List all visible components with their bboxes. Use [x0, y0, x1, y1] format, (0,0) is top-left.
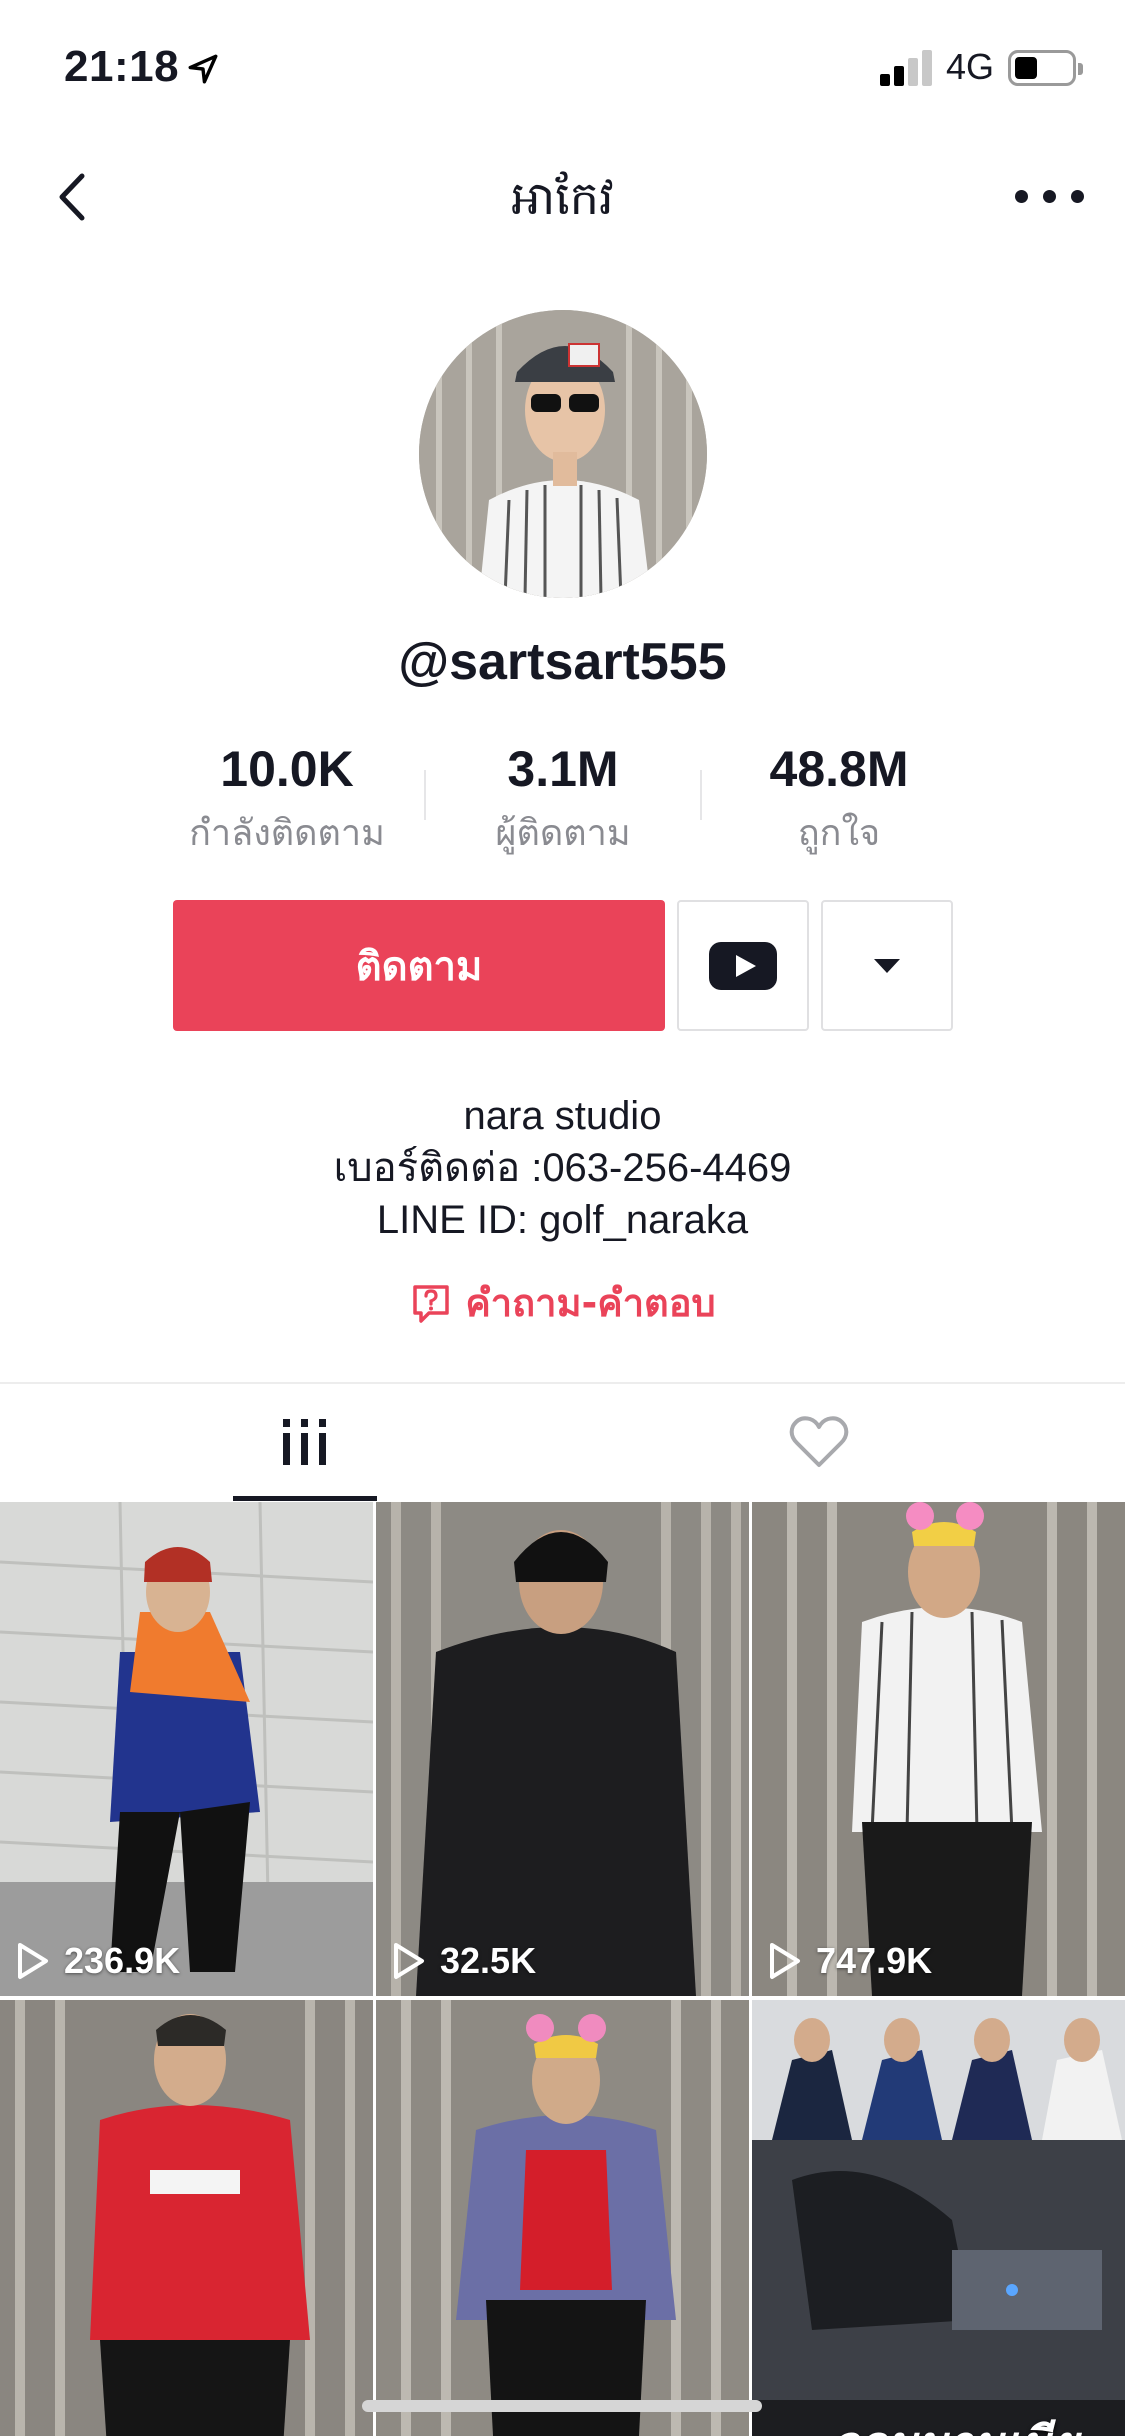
stat-divider	[700, 770, 702, 820]
video-thumbnail[interactable]: 747.9K	[752, 1502, 1125, 1996]
status-time: 21:18	[64, 42, 180, 91]
video-thumbnail[interactable]	[0, 2000, 373, 2436]
view-count-text: 32.5K	[440, 1940, 537, 1981]
stat-label: ผู้ติดตาม	[495, 813, 631, 854]
status-bar: 21:18 4G	[0, 0, 1125, 135]
stat-label: ถูกใจ	[797, 813, 881, 854]
view-count: 32.5K	[392, 1940, 536, 1982]
youtube-icon	[709, 941, 777, 990]
view-count: 236.9K	[16, 1940, 180, 1982]
stat-value: 10.0K	[220, 741, 354, 797]
videos-grid-icon	[283, 1419, 326, 1465]
heart-icon	[789, 1416, 849, 1467]
nav-bar: អាកែវ	[0, 140, 1125, 260]
more-options-button[interactable]	[1015, 180, 1085, 210]
tab-videos[interactable]	[24, 1384, 586, 1500]
youtube-button[interactable]	[677, 900, 809, 1031]
video-caption: จอมมานเนีย	[832, 2407, 1079, 2436]
play-icon	[770, 1943, 800, 1979]
signal-strength-icon	[880, 50, 936, 86]
view-count-text: 236.9K	[64, 1940, 181, 1981]
caret-down-icon	[874, 958, 900, 973]
stat-value: 3.1M	[507, 741, 619, 797]
network-type: 4G	[946, 46, 995, 87]
tab-liked[interactable]	[538, 1384, 1100, 1500]
username: @sartsart555	[398, 633, 727, 691]
video-thumbnail[interactable]: 32.5K	[376, 1502, 749, 1996]
ellipsis-icon	[1015, 190, 1028, 203]
question-bubble-icon	[413, 1284, 450, 1323]
stat-followers[interactable]: 3.1M ผู้ติดตาม	[433, 740, 693, 861]
battery-icon	[1008, 50, 1083, 86]
page-title: អាកែវ	[511, 171, 614, 225]
view-count: 747.9K	[768, 1940, 932, 1982]
video-thumbnail[interactable]: 236.9K	[0, 1502, 373, 1996]
play-icon	[18, 1943, 48, 1979]
location-arrow-icon	[188, 54, 218, 84]
stat-label: กำลังติดตาม	[189, 813, 385, 854]
play-icon	[394, 1943, 424, 1979]
view-count-text: 747.9K	[816, 1940, 933, 1981]
video-grid: 236.9K 32.5K 747.9K	[0, 1502, 1125, 2436]
avatar-photo	[419, 310, 707, 598]
bio-line: LINE ID: golf_naraka	[376, 1198, 749, 1242]
more-profile-dropdown-button[interactable]	[821, 900, 953, 1031]
stat-likes[interactable]: 48.8M ถูกใจ	[709, 740, 969, 861]
bio-line: nara studio	[463, 1094, 662, 1138]
follow-button[interactable]: ติดตาม	[173, 900, 665, 1031]
qa-link[interactable]: คำถาม-คำตอบ	[0, 1272, 1125, 1333]
active-tab-indicator	[233, 1496, 377, 1501]
video-thumbnail[interactable]	[376, 2000, 749, 2436]
qa-label: คำถาม-คำตอบ	[465, 1281, 716, 1325]
profile-stats: 10.0K กำลังติดตาม 3.1M ผู้ติดตาม 48.8M ถ…	[0, 740, 1125, 854]
stat-following[interactable]: 10.0K กำลังติดตาม	[157, 740, 417, 861]
video-thumbnail[interactable]: จอมมานเนีย	[752, 2000, 1125, 2436]
stat-value: 48.8M	[769, 741, 909, 797]
home-indicator	[362, 2400, 762, 2412]
bio-line: เบอร์ติดต่อ :063-256-4469	[333, 1146, 792, 1190]
profile-bio: nara studio เบอร์ติดต่อ :063-256-4469 LI…	[0, 1090, 1125, 1246]
stat-divider	[424, 770, 426, 820]
avatar[interactable]	[419, 310, 707, 598]
